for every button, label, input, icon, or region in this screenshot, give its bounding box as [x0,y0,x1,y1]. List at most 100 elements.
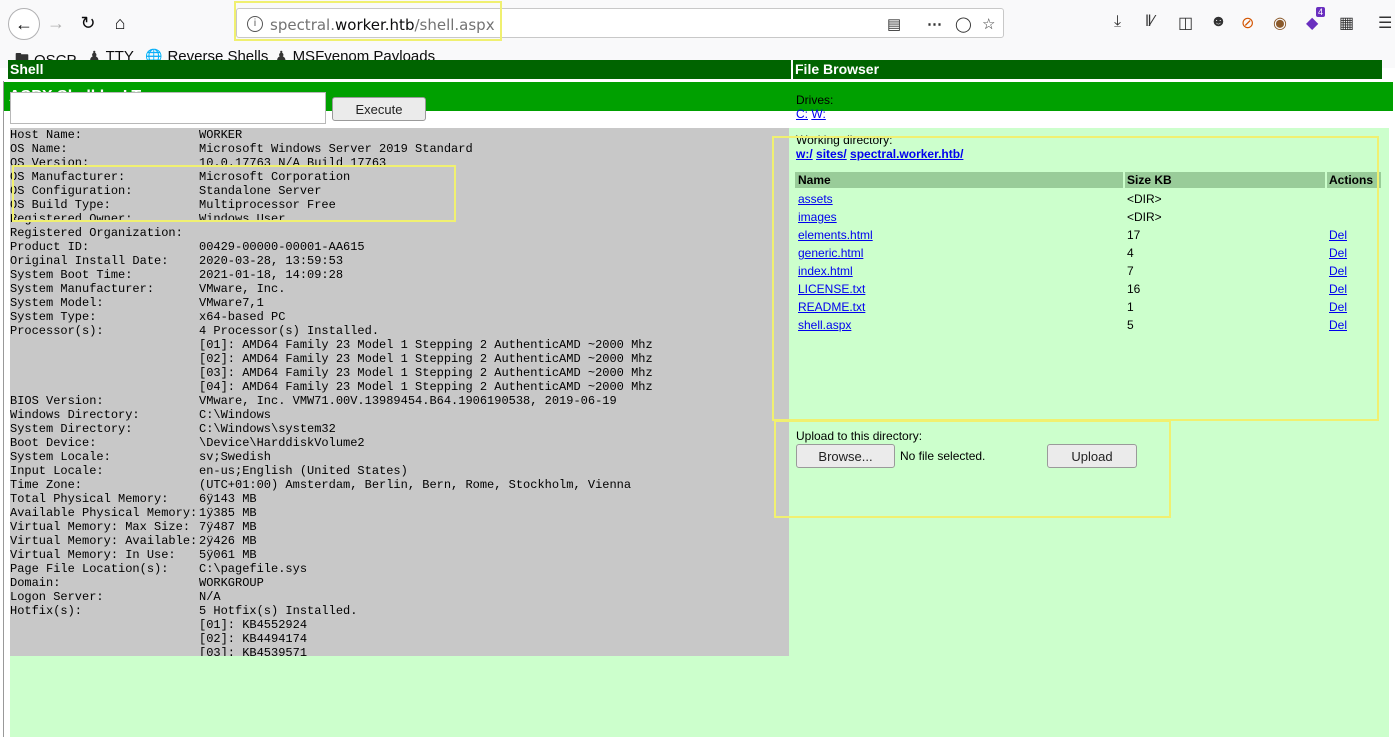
output-value: 10.0.17763 N/A Build 17763 [199,156,387,170]
output-value: Standalone Server [199,184,322,198]
column-header-name: Name [795,172,1125,188]
output-label: Virtual Memory: Max Size: [10,520,191,534]
output-value: C:\Windows\system32 [199,422,336,436]
output-value: 2020-03-28, 13:59:53 [199,254,344,268]
drive-link-c[interactable]: C: [796,107,808,121]
no-file-selected-text: No file selected. [900,449,986,463]
file-actions-cell: Del [1327,262,1381,280]
delete-link[interactable]: Del [1329,282,1347,296]
output-line: Virtual Memory: In Use: 5ÿ061 MB [10,548,789,562]
browser-toolbar: ← → ↻ ⌂ i spectral.worker.htb/shell.aspx… [0,0,1395,46]
output-line: Logon Server: N/A [10,590,789,604]
output-line: Original Install Date: 2020-03-28, 13:59:… [10,254,789,268]
execute-button[interactable]: Execute [332,97,426,121]
output-label: System Boot Time: [10,268,133,282]
output-label: Total Physical Memory: [10,492,169,506]
file-browser-heading: File Browser [793,60,1382,79]
forward-button[interactable]: → [42,9,70,37]
file-actions-cell: Del [1327,226,1381,244]
delete-link[interactable]: Del [1329,264,1347,278]
bookmark-star-icon[interactable]: ☆ [982,15,995,33]
output-line: [02]: AMD64 Family 23 Model 1 Stepping 2… [10,352,789,366]
menu-icon[interactable]: ☰ [1378,13,1392,33]
drive-link-w[interactable]: W: [811,107,825,121]
file-table-header: Name Size KB Actions [795,172,1381,188]
output-value: 2021-01-18, 14:09:28 [199,268,344,282]
drives-label: Drives: [796,93,834,107]
table-row: shell.aspx 5 Del [795,316,1381,334]
output-label: Hotfix(s): [10,604,83,618]
file-link[interactable]: images [798,210,837,224]
output-label: System Directory: [10,422,133,436]
file-name-cell: shell.aspx [795,316,1125,334]
file-size-cell: 16 [1127,282,1141,296]
path-link-sites[interactable]: sites/ [816,147,847,161]
path-link-site[interactable]: spectral.worker.htb/ [850,147,963,161]
sidebar-icon[interactable]: ◫ [1178,13,1193,33]
upload-button[interactable]: Upload [1047,444,1137,468]
file-link[interactable]: index.html [798,264,853,278]
file-table: Name Size KB Actions assets <DIR> images <D… [795,172,1381,334]
command-input[interactable] [10,92,326,124]
output-value: Multiprocessor Free [199,198,336,212]
browse-button[interactable]: Browse... [796,444,895,468]
file-actions-cell [1327,190,1381,208]
file-link[interactable]: README.txt [798,300,865,314]
output-label: OS Name: [10,142,68,156]
delete-link[interactable]: Del [1329,246,1347,260]
home-button[interactable]: ⌂ [106,9,134,37]
delete-link[interactable]: Del [1329,318,1347,332]
output-line: [01]: AMD64 Family 23 Model 1 Stepping 2… [10,338,789,352]
file-link[interactable]: LICENSE.txt [798,282,865,296]
reader-view-icon[interactable]: ▤ [887,15,901,33]
output-label: Domain: [10,576,61,590]
cookie-icon[interactable]: ◉ [1273,13,1287,33]
block-extension-icon[interactable]: ⊘ [1241,13,1254,33]
downloads-icon[interactable]: ⤓ [1114,13,1121,31]
info-icon[interactable]: i [247,16,263,32]
output-label: System Model: [10,296,104,310]
delete-link[interactable]: Del [1329,228,1347,242]
output-line: Product ID: 00429-00000-00001-AA615 [10,240,789,254]
reload-button[interactable]: ↻ [74,9,102,37]
back-button[interactable]: ← [8,8,40,40]
table-row: elements.html 17 Del [795,226,1381,244]
output-line: Registered Owner: Windows User [10,212,789,226]
output-line: Time Zone: (UTC+01:00) Amsterdam, Berlin,… [10,478,789,492]
qr-code-icon[interactable]: ▦ [1339,13,1354,33]
delete-link[interactable]: Del [1329,300,1347,314]
shell-heading: Shell [8,60,791,79]
extension-icon[interactable]: ◆ 4 [1306,7,1326,33]
file-actions-cell: Del [1327,316,1381,334]
output-value: VMware7,1 [199,296,264,310]
output-label: Processor(s): [10,324,104,338]
file-table-body: assets <DIR> images <DIR> elements.html 17 Del… [795,188,1381,334]
file-size-cell: 7 [1127,264,1134,278]
url-path: /shell.aspx [414,16,495,34]
file-link[interactable]: elements.html [798,228,873,242]
file-link[interactable]: assets [798,192,833,206]
library-icon[interactable]: ‖⁄ [1145,13,1154,31]
output-line: OS Manufacturer: Microsoft Corporation [10,170,789,184]
output-line: Virtual Memory: Available: 2ÿ426 MB [10,534,789,548]
output-label: Page File Location(s): [10,562,169,576]
output-label: System Manufacturer: [10,282,155,296]
output-label: Time Zone: [10,478,83,492]
page-actions-icon[interactable]: ⋯ [927,15,942,33]
file-link[interactable]: shell.aspx [798,318,851,332]
file-link[interactable]: generic.html [798,246,863,260]
output-value: VMware, Inc. [199,282,286,296]
url-bar[interactable]: i spectral.worker.htb/shell.aspx ▤ ⋯ ◯ ☆ [236,8,1004,38]
output-value: [01]: AMD64 Family 23 Model 1 Stepping 2… [199,338,653,352]
account-icon[interactable]: ☻ [1210,13,1227,31]
path-link-root[interactable]: w:/ [796,147,813,161]
output-label: OS Version: [10,156,90,170]
output-line: System Manufacturer: VMware, Inc. [10,282,789,296]
output-value: C:\pagefile.sys [199,562,308,576]
pocket-icon[interactable]: ◯ [955,15,972,33]
output-label: BIOS Version: [10,394,104,408]
home-icon: ⌂ [114,12,126,33]
output-line: [04]: AMD64 Family 23 Model 1 Stepping 2… [10,380,789,394]
breadcrumb: w:/ sites/ spectral.worker.htb/ [796,147,963,161]
output-line: Processor(s): 4 Processor(s) Installed. [10,324,789,338]
